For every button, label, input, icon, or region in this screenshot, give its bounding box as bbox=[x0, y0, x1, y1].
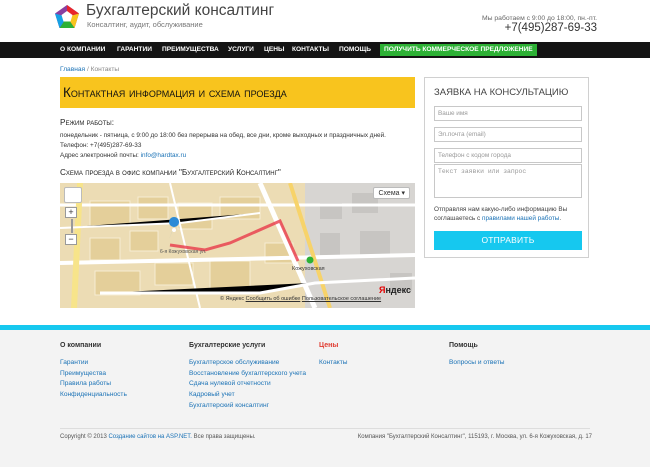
schedule-text: понедельник - пятница, с 9:00 до 18:00 б… bbox=[60, 132, 386, 139]
site-header: Бухгалтерский консалтинг Консалтинг, ауд… bbox=[0, 0, 650, 42]
email-line: Адрес электронной почты: info@hardtax.ru bbox=[60, 152, 186, 159]
footer-link[interactable]: Конфиденциальность bbox=[60, 391, 127, 398]
nav-item-about[interactable]: О КОМПАНИИ bbox=[60, 42, 105, 58]
phone-line: Телефон: +7(495)287-69-33 bbox=[60, 142, 142, 149]
breadcrumb: Главная / Контакты bbox=[60, 66, 119, 73]
schedule-heading: Режим работы: bbox=[60, 118, 114, 127]
pentagon-logo-icon[interactable] bbox=[54, 4, 80, 30]
form-title: ЗАЯВКА НА КОНСУЛЬТАЦИЮ bbox=[434, 87, 569, 98]
submit-button[interactable]: ОТПРАВИТЬ bbox=[434, 231, 582, 250]
footer-link[interactable]: Преимущества bbox=[60, 370, 106, 377]
form-agreement-note: Отправляя нам какую-либо информацию Вы с… bbox=[434, 206, 589, 223]
nav-item-advantages[interactable]: ПРЕИМУЩЕСТВА bbox=[162, 42, 219, 58]
site-footer: О компании Гарантии Преимущества Правила… bbox=[0, 330, 650, 467]
brand-subtitle: Консалтинг, аудит, обслуживание bbox=[87, 20, 203, 29]
footer-link[interactable]: Гарантии bbox=[60, 359, 88, 366]
rules-link[interactable]: правилами нашей работы bbox=[482, 215, 559, 222]
footer-link[interactable]: Сдача нулевой отчетности bbox=[189, 380, 271, 387]
header-phone: +7(495)287-69-33 bbox=[504, 22, 597, 34]
yandex-logo: Яндекс bbox=[378, 285, 411, 295]
route-map[interactable]: + − Схема ▾ Яндекс © Яндекс Сообщить об … bbox=[60, 183, 415, 308]
breadcrumb-home[interactable]: Главная bbox=[60, 66, 85, 73]
message-field[interactable]: Текст заявки или запрос bbox=[434, 164, 582, 198]
street-label-kozhukhovskaya: 6-я Кожуховская ул. bbox=[160, 249, 207, 255]
map-copyright: © Яндекс bbox=[220, 296, 245, 302]
metro-label: Кожуховская bbox=[292, 266, 325, 272]
breadcrumb-separator: / bbox=[86, 66, 89, 73]
footer-link[interactable]: Вопросы и ответы bbox=[449, 359, 505, 366]
map-attribution: © Яндекс Сообщить об ошибке Пользователь… bbox=[220, 296, 381, 302]
zoom-in-button[interactable]: + bbox=[65, 207, 77, 218]
main-nav: О КОМПАНИИ ГАРАНТИИ ПРЕИМУЩЕСТВА УСЛУГИ … bbox=[0, 42, 650, 58]
footer-heading-prices[interactable]: Цены bbox=[319, 342, 338, 349]
footer-link[interactable]: Восстановление бухгалтерского учета bbox=[189, 370, 306, 377]
zoom-slider[interactable] bbox=[71, 219, 73, 233]
map-tools-panel[interactable] bbox=[64, 187, 82, 203]
nav-item-prices[interactable]: ЦЕНЫ bbox=[264, 42, 284, 58]
page-title-banner: Контактная информация и схема проезда bbox=[60, 77, 415, 108]
map-heading: Схема проезда в офис компании "Бухгалтер… bbox=[60, 168, 281, 177]
footer-link[interactable]: Бухгалтерский консалтинг bbox=[189, 402, 269, 409]
footer-link[interactable]: Правила работы bbox=[60, 380, 111, 387]
footer-heading-services[interactable]: Бухгалтерские услуги bbox=[189, 342, 265, 349]
footer-divider bbox=[60, 428, 590, 429]
page-title: Контактная информация и схема проезда bbox=[63, 85, 287, 100]
email-link[interactable]: info@hardtax.ru bbox=[141, 152, 187, 159]
map-mode-label: Схема bbox=[378, 190, 400, 197]
footer-link[interactable]: Контакты bbox=[319, 359, 347, 366]
brand-title[interactable]: Бухгалтерский консалтинг bbox=[86, 2, 274, 20]
email-label: Адрес электронной почты: bbox=[60, 152, 139, 159]
map-zoom-control: + − bbox=[65, 207, 79, 245]
nav-cta-offer[interactable]: ПОЛУЧИТЬ КОММЕРЧЕСКОЕ ПРЕДЛОЖЕНИЕ bbox=[380, 44, 537, 56]
footer-heading-help[interactable]: Помощь bbox=[449, 342, 478, 349]
footer-link[interactable]: Кадровый учет bbox=[189, 391, 235, 398]
copyright-link[interactable]: Создание сайтов на ASP.NET. bbox=[108, 434, 192, 440]
footer-address: Компания "Бухгалтерский Консалтинг", 115… bbox=[357, 434, 592, 440]
map-terms-link[interactable]: Пользовательское соглашение bbox=[302, 296, 381, 302]
copyright-suffix: Все права защищены. bbox=[193, 434, 256, 440]
copyright: Copyright © 2013 Создание сайтов на ASP.… bbox=[60, 434, 256, 440]
note-suffix: . bbox=[559, 214, 562, 222]
footer-heading-company[interactable]: О компании bbox=[60, 342, 101, 349]
breadcrumb-current: Контакты bbox=[90, 66, 120, 73]
nav-item-services[interactable]: УСЛУГИ bbox=[228, 42, 254, 58]
zoom-out-button[interactable]: − bbox=[65, 234, 77, 245]
map-mode-select[interactable]: Схема ▾ bbox=[373, 187, 410, 199]
copyright-prefix: Copyright © 2013 bbox=[60, 434, 107, 440]
working-hours: Мы работаем с 9:00 до 18:00, пн.-пт. bbox=[481, 15, 597, 22]
consultation-form: ЗАЯВКА НА КОНСУЛЬТАЦИЮ Ваше имя Эл.почта… bbox=[424, 77, 589, 258]
nav-item-guarantees[interactable]: ГАРАНТИИ bbox=[117, 42, 152, 58]
email-field[interactable]: Эл.почта (email) bbox=[434, 127, 582, 142]
phone-field[interactable]: Телефон с кодом города bbox=[434, 148, 582, 163]
name-field[interactable]: Ваше имя bbox=[434, 106, 582, 121]
map-canvas[interactable] bbox=[60, 183, 415, 308]
map-report-link[interactable]: Сообщить об ошибке bbox=[246, 296, 301, 302]
nav-item-help[interactable]: ПОМОЩЬ bbox=[339, 42, 371, 58]
footer-link[interactable]: Бухгалтерское обслуживание bbox=[189, 359, 279, 366]
nav-item-contacts[interactable]: КОНТАКТЫ bbox=[292, 42, 329, 58]
